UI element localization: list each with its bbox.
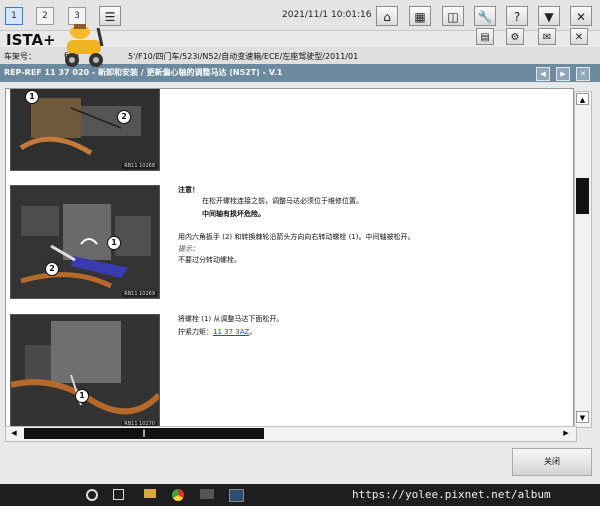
step-3-callout-1: 1: [75, 389, 89, 403]
document-title: REP-REF 11 37 020 - 新卸和安装 / 更新偏心轴的调整马达 (…: [4, 68, 283, 77]
step-1-callout-2: 2: [117, 110, 131, 124]
scooter-sticker-icon: [65, 24, 104, 67]
horizontal-scrollbar[interactable]: ◀ ‖ ▶: [5, 426, 577, 442]
watermark: https://yolee.pixnet.net/album: [352, 488, 551, 501]
vertical-scrollbar[interactable]: ▲ ▼: [574, 91, 592, 428]
gear-icon[interactable]: ⚙: [506, 28, 524, 45]
notice-line-2: 中间轴有损坏危险。: [202, 210, 265, 218]
wrench-icon[interactable]: 🔧: [474, 6, 496, 26]
vehicle-data-icon[interactable]: ▦: [409, 6, 431, 26]
help-icon[interactable]: ?: [506, 6, 528, 26]
torque-spec-link[interactable]: 11 37 3AZ: [213, 328, 249, 336]
document-icon[interactable]: ▤: [476, 28, 494, 45]
tab-1[interactable]: 1: [5, 7, 23, 25]
hint-text: 不要过分转动螺栓。: [178, 256, 241, 264]
torque-suffix: 。: [249, 328, 257, 336]
chrome-icon[interactable]: [172, 489, 184, 501]
vin-label: 车架号：: [4, 52, 36, 61]
task-view-icon[interactable]: [113, 489, 124, 500]
next-page-icon[interactable]: ▶: [556, 67, 570, 81]
notice-line-1: 在松开螺栓连接之前，调整马达必须位于维修位置。: [202, 197, 363, 205]
vehicle-description: 5'/F10/四门车/523i/N52/自动变速箱/ECE/左座驾驶型/2011…: [128, 52, 359, 61]
document-content: 1 2 RB11 10268 1 2 RB11 10269 注意！ 在松开螺栓连…: [5, 88, 574, 428]
torque-line: 拧紧力矩：11 37 3AZ。: [178, 327, 256, 338]
vertical-scroll-thumb[interactable]: [576, 178, 589, 214]
horizontal-scroll-thumb[interactable]: ‖: [24, 428, 264, 439]
datetime: 2021/11/1 10:01:16: [282, 10, 372, 20]
close-icon[interactable]: ✕: [570, 6, 592, 26]
home-icon[interactable]: ⌂: [376, 6, 398, 26]
scroll-left-icon[interactable]: ◀: [8, 428, 20, 439]
ista-icon[interactable]: [229, 489, 244, 502]
measure-icon[interactable]: ◫: [442, 6, 464, 26]
prev-page-icon[interactable]: ◀: [536, 67, 550, 81]
notice-title: 注意！: [178, 186, 199, 194]
dropdown-icon[interactable]: ▼: [538, 6, 560, 26]
step-2-caption: RB11 10269: [122, 291, 157, 297]
mail-icon[interactable]: ✉: [538, 28, 556, 45]
circle-icon[interactable]: [86, 489, 98, 501]
step-1-caption: RB11 10268: [122, 163, 157, 169]
folder-icon[interactable]: [144, 489, 156, 498]
step-photo-1: 1 2 RB11 10268: [10, 89, 160, 171]
app-icon[interactable]: [200, 489, 214, 499]
close-button[interactable]: 关闭: [512, 448, 592, 476]
hint-label: 提示：: [178, 245, 199, 253]
scroll-down-icon[interactable]: ▼: [576, 411, 589, 423]
step-2-callout-1: 1: [107, 236, 121, 250]
step-2-instruction: 用内六角扳手 (2) 和转换棘轮沿箭头方向向右转动螺栓 (1)。中间轴被松开。: [178, 233, 415, 241]
scroll-up-icon[interactable]: ▲: [576, 93, 589, 105]
step-2-callout-2: 2: [45, 262, 59, 276]
close-doc-icon[interactable]: ✕: [576, 67, 590, 81]
scroll-right-icon[interactable]: ▶: [560, 428, 572, 439]
step-1-callout-1: 1: [25, 90, 39, 104]
secondary-close-icon[interactable]: ✕: [570, 28, 588, 45]
step-photo-2: 1 2 RB11 10269: [10, 185, 160, 299]
torque-label: 拧紧力矩：: [178, 328, 213, 336]
step-3-instruction: 将螺栓 (1) 从调整马达下面松开。: [178, 315, 284, 323]
step-photo-3: 1 RB11 10270: [10, 314, 160, 427]
